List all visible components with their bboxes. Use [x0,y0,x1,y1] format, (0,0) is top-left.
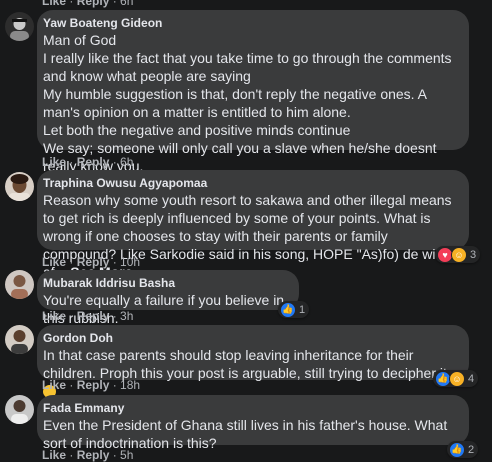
reply-link[interactable]: Reply [77,155,110,169]
like-link[interactable]: Like [42,0,66,8]
timestamp[interactable]: 6h [120,155,133,169]
previous-comment-actions: Like · Reply · 6h [42,0,133,8]
avatar[interactable] [5,325,34,354]
comment-author[interactable]: Mubarak Iddrisu Basha [43,276,289,291]
comment-author[interactable]: Fada Emmany [43,401,459,416]
timestamp[interactable]: 6h [120,0,133,8]
haha-reaction-icon: ☺ [449,370,465,387]
timestamp[interactable]: 10h [120,255,140,269]
reply-link[interactable]: Reply [77,255,110,269]
timestamp[interactable]: 3h [120,309,133,323]
reaction-count: 1 [299,303,306,316]
like-link[interactable]: Like [42,255,66,269]
avatar[interactable] [5,395,34,424]
reaction-summary[interactable]: 👍 2 [447,441,479,458]
haha-reaction-icon: ☺ [451,246,467,263]
reaction-summary[interactable]: 👍 1 [278,301,310,318]
like-reaction-icon: 👍 [449,441,465,458]
avatar[interactable] [5,270,34,299]
comment-actions: Like · Reply · 18h [42,378,141,392]
comment-bubble: Fada Emmany Even the President of Ghana … [37,395,469,451]
like-link[interactable]: Like [42,448,66,462]
reply-link[interactable]: Reply [77,448,110,462]
comment-bubble: Traphina Owusu Agyapomaa Reason why some… [37,170,469,280]
comment-bubble: Yaw Boateng Gideon Man of God I really l… [37,10,469,192]
like-link[interactable]: Like [42,155,66,169]
reaction-count: 3 [470,248,477,261]
comment-author[interactable]: Gordon Doh [43,331,459,346]
reaction-summary[interactable]: ♥ ☺ 3 [435,246,481,263]
comment-bubble: Gordon Doh In that case parents should s… [37,325,469,398]
comment-author[interactable]: Traphina Owusu Agyapomaa [43,176,459,191]
reaction-summary[interactable]: 👍 ☺ 4 [433,370,479,387]
avatar[interactable] [5,172,34,201]
timestamp[interactable]: 5h [120,448,133,462]
comment-text: Even the President of Ghana still lives … [43,417,448,451]
reaction-count: 2 [468,443,475,456]
avatar[interactable] [5,12,34,41]
comment-author[interactable]: Yaw Boateng Gideon [43,16,459,31]
reply-link[interactable]: Reply [77,0,110,8]
like-link[interactable]: Like [42,378,66,392]
like-link[interactable]: Like [42,309,66,323]
reaction-count: 4 [468,372,475,385]
comment-actions: Like · Reply · 3h [42,309,134,323]
timestamp[interactable]: 18h [120,378,140,392]
reply-link[interactable]: Reply [77,309,110,323]
comment-actions: Like · Reply · 5h [42,448,134,462]
reply-link[interactable]: Reply [77,378,110,392]
comment-bubble: Mubarak Iddrisu Basha You're equally a f… [37,270,299,326]
comment-actions: Like · Reply · 6h [42,155,134,169]
comment-actions: Like · Reply · 10h [42,255,141,269]
like-reaction-icon: 👍 [280,301,296,318]
